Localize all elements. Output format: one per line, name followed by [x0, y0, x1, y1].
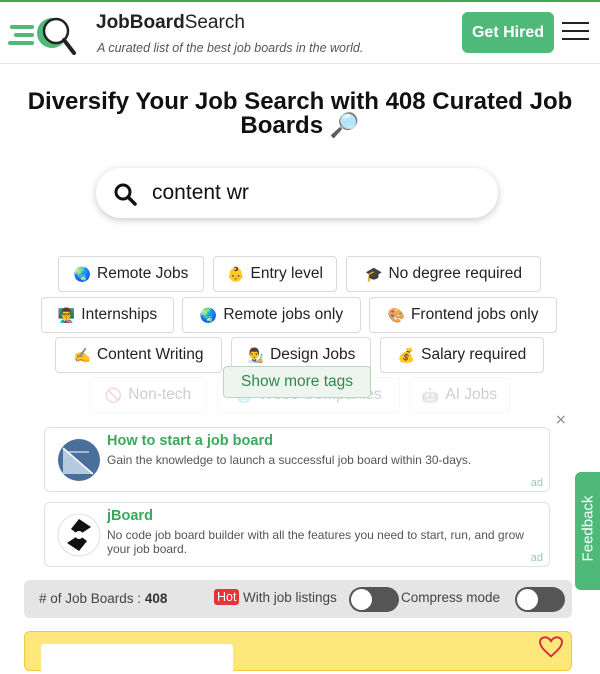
artist-icon: 👨‍🎨: [246, 346, 265, 363]
ad-logo-icon: [58, 439, 100, 481]
ad-label: ad: [530, 552, 543, 564]
brand-name[interactable]: JobBoardSearch: [96, 12, 245, 34]
hot-badge: Hot: [214, 589, 240, 605]
compress-mode-toggle[interactable]: [515, 587, 565, 612]
tag-label: AI Jobs: [445, 386, 498, 403]
toggle-knob: [351, 589, 372, 610]
tag-remote-jobs[interactable]: 🌏 Remote Jobs: [58, 256, 204, 292]
page-title: Diversify Your Job Search with 408 Curat…: [27, 88, 573, 139]
close-ads-icon[interactable]: ×: [555, 412, 567, 428]
tag-ai-jobs[interactable]: 🤖 AI Jobs: [409, 377, 510, 413]
logo-magnifier-icon[interactable]: [8, 15, 76, 57]
job-board-count-value: 408: [144, 591, 168, 606]
search-icon[interactable]: [113, 182, 137, 206]
globe-icon: 🌏: [199, 306, 218, 323]
tag-frontend-jobs-only[interactable]: 🎨 Frontend jobs only: [369, 297, 557, 333]
with-job-listings-label: With job listings: [243, 590, 337, 605]
with-job-listings-toggle[interactable]: [349, 587, 399, 612]
ad-description: No code job board builder with all the f…: [107, 528, 524, 556]
card-logo-area: [41, 644, 233, 674]
tag-label: Design Jobs: [270, 346, 356, 363]
tag-salary-required[interactable]: 💰 Salary required: [380, 337, 544, 373]
tag-label: No degree required: [388, 265, 522, 282]
feedback-tab[interactable]: Feedback: [575, 472, 600, 590]
brand-name-light: Search: [184, 12, 245, 33]
tag-label: Remote Jobs: [97, 265, 189, 282]
tag-content-writing[interactable]: ✍️ Content Writing: [55, 337, 222, 373]
baby-icon: 👶: [227, 265, 245, 282]
ad-title[interactable]: How to start a job board: [107, 433, 273, 449]
ad-card-start-job-board[interactable]: How to start a job board Gain the knowle…: [44, 427, 550, 492]
ad-title[interactable]: jBoard: [107, 508, 153, 524]
tag-label: Content Writing: [96, 346, 204, 363]
brand-name-bold: JobBoard: [96, 12, 185, 33]
ad-card-jboard[interactable]: jBoard No code job board builder with al…: [44, 502, 550, 567]
globe-icon: 🌏: [73, 265, 92, 282]
jboard-logo-icon: [57, 513, 101, 557]
job-board-count-label: # of Job Boards :: [39, 591, 142, 606]
teacher-icon: 👨‍🏫: [57, 306, 76, 323]
tag-entry-level[interactable]: 👶 Entry level: [213, 256, 337, 292]
tag-label: Internships: [81, 306, 158, 323]
tag-non-tech[interactable]: 🚫 Non-tech: [89, 377, 207, 413]
tag-label: Non-tech: [128, 386, 192, 403]
writing-hand-icon: ✍️: [73, 346, 91, 363]
feedback-label: Feedback: [579, 495, 597, 562]
show-more-tags-button[interactable]: Show more tags: [223, 366, 371, 398]
prohibited-icon: 🚫: [104, 386, 123, 403]
tag-no-degree-required[interactable]: 🎓 No degree required: [346, 256, 541, 292]
tag-label: Remote jobs only: [223, 306, 344, 323]
robot-icon: 🤖: [421, 386, 440, 403]
ad-label: ad: [530, 477, 543, 489]
heart-icon[interactable]: [536, 636, 566, 658]
search-input[interactable]: [152, 178, 472, 208]
get-hired-button[interactable]: Get Hired: [462, 12, 554, 53]
palette-icon: 🎨: [387, 306, 405, 323]
tag-internships[interactable]: 👨‍🏫 Internships: [41, 297, 174, 333]
money-bag-icon: 💰: [397, 346, 416, 363]
graduation-cap-icon: 🎓: [365, 265, 383, 282]
ad-description: Gain the knowledge to launch a successfu…: [107, 453, 472, 467]
site-header: JobBoardSearch A curated list of the bes…: [0, 2, 600, 64]
job-board-count: # of Job Boards : 408: [39, 591, 167, 606]
tag-label: Entry level: [250, 265, 323, 282]
search-bar: [96, 168, 498, 218]
filter-bar: # of Job Boards : 408 Hot With job listi…: [24, 580, 572, 618]
toggle-knob: [517, 589, 538, 610]
compress-mode-label: Compress mode: [401, 590, 501, 605]
tag-label: Frontend jobs only: [410, 306, 539, 323]
tagline: A curated list of the best job boards in…: [97, 41, 364, 55]
job-board-card[interactable]: [24, 631, 572, 674]
hamburger-menu-icon[interactable]: [562, 22, 590, 42]
tag-remote-jobs-only[interactable]: 🌏 Remote jobs only: [182, 297, 361, 333]
tag-label: Salary required: [421, 346, 527, 363]
